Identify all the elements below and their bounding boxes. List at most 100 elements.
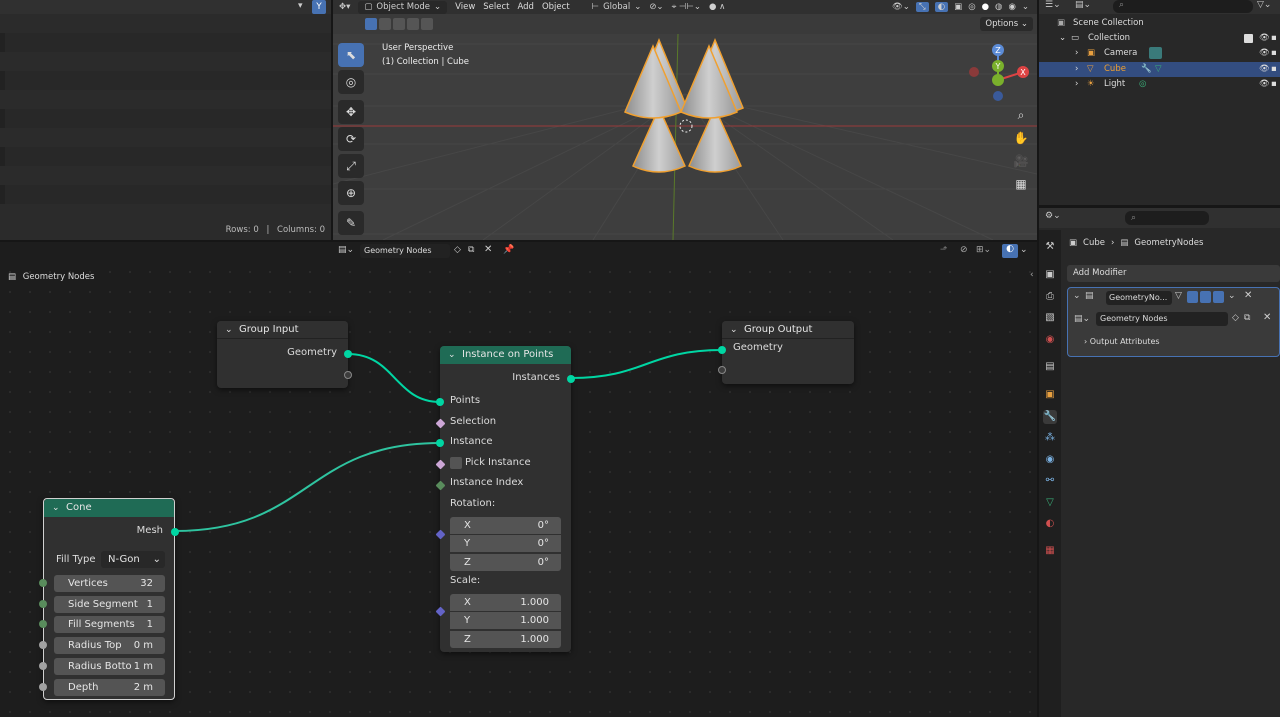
node-header[interactable]: ⌄ Cone — [44, 499, 174, 517]
filter-icon[interactable]: ▾ — [298, 1, 310, 13]
chevron-down-icon[interactable]: ⌄ — [225, 321, 233, 339]
pivot-icon[interactable]: ⊘⌄ — [649, 2, 663, 12]
menu-add[interactable]: Add — [518, 2, 534, 12]
menu-object[interactable]: Object — [542, 2, 570, 12]
points-input-socket[interactable] — [436, 398, 444, 406]
shading-rendered-icon[interactable]: ◉ — [1008, 2, 1015, 12]
render-tab-icon[interactable]: ▣ — [1043, 268, 1057, 282]
instance-input-socket[interactable] — [436, 439, 444, 447]
outliner-item-collection[interactable]: ⌄ ▭ Collection 👁 ▪ — [1039, 31, 1280, 46]
chevron-down-icon[interactable]: ⌄ — [1059, 31, 1066, 46]
scale-tool[interactable]: ⤢ — [338, 154, 364, 178]
outliner-search-input[interactable]: ⌕ — [1113, 0, 1253, 13]
chevron-down-icon[interactable]: ⌄ — [52, 499, 60, 517]
mesh-output-socket[interactable] — [171, 528, 179, 536]
fill-type-dropdown[interactable]: N-Gon ⌄ — [101, 551, 165, 568]
select-new-icon[interactable] — [365, 18, 377, 30]
duplicate-icon[interactable]: ⧉ — [1244, 313, 1250, 323]
modifier-name-field[interactable]: GeometryNo... — [1106, 291, 1172, 305]
select-box-tool[interactable]: ⬉ — [338, 43, 364, 67]
pick-instance-checkbox[interactable] — [450, 457, 462, 469]
eye-icon[interactable]: 👁 — [1259, 77, 1270, 92]
move-tool[interactable]: ✥ — [338, 100, 364, 124]
transform-tool[interactable]: ⊕ — [338, 181, 364, 205]
proportional-edit-icon[interactable]: ● ∧ — [709, 2, 725, 12]
texture-tab-icon[interactable]: ▦ — [1043, 544, 1057, 558]
unlink-icon[interactable]: ✕ — [1263, 312, 1271, 323]
chevron-down-icon[interactable]: ⌄ — [730, 321, 738, 339]
empty-input-socket[interactable] — [718, 366, 726, 374]
node-header[interactable]: ⌄ Instance on Points — [440, 346, 571, 364]
camera-restrict-icon[interactable]: ▪ — [1271, 31, 1277, 46]
scale-x-field[interactable]: X 1.000 — [450, 594, 561, 611]
empty-output-socket[interactable] — [344, 371, 352, 379]
node-editor[interactable]: ▤⌄ Geometry Nodes ◇ ⧉ ✕ 📌 ⬏ ⊘ ⊞⌄ ◐ ⌄ ▤ G… — [0, 242, 1037, 717]
modifier-tab-icon[interactable]: 🔧 — [1043, 410, 1057, 424]
pan-hand-icon[interactable]: ✋ — [1011, 128, 1031, 148]
geometry-input-socket[interactable] — [718, 346, 726, 354]
chevron-down-icon[interactable]: ⌄ — [1228, 291, 1236, 301]
annotate-tool[interactable]: ✎ — [338, 211, 364, 235]
gizmo-toggle-icon[interactable]: ⤡ — [915, 2, 929, 12]
navigation-gizmo[interactable]: Z Y X — [965, 40, 1035, 106]
shading-material-icon[interactable]: ◍ — [995, 2, 1002, 12]
side-segments-field[interactable]: Side Segment 1 — [54, 596, 165, 613]
menu-view[interactable]: View — [455, 2, 475, 12]
properties-search-input[interactable]: ⌕ — [1125, 211, 1209, 225]
instances-output-socket[interactable] — [567, 375, 575, 383]
funnel-icon[interactable]: Y — [312, 0, 326, 14]
rotation-z-field[interactable]: Z 0° — [450, 554, 561, 571]
3d-viewport[interactable]: ✥▾ ▢ Object Mode ⌄ View Select Add Objec… — [333, 0, 1037, 240]
cursor-tool[interactable]: ◎ — [338, 70, 364, 94]
chevron-right-icon[interactable]: › — [1075, 46, 1078, 61]
xray-icon[interactable]: ▣ — [954, 2, 962, 12]
camera-view-icon[interactable]: 🎥 — [1011, 151, 1031, 171]
node-header[interactable]: ⌄ Group Output — [722, 321, 854, 339]
viewport-toggle-icon[interactable] — [1200, 291, 1211, 303]
radius-bottom-input-socket[interactable] — [39, 662, 47, 670]
visibility-icon[interactable]: 👁⌄ — [892, 2, 910, 12]
menu-select[interactable]: Select — [483, 2, 509, 12]
radius-top-input-socket[interactable] — [39, 641, 47, 649]
scale-z-field[interactable]: Z 1.000 — [450, 631, 561, 648]
depth-field[interactable]: Depth 2 m — [54, 679, 165, 696]
scene-tab-icon[interactable]: ◉ — [1043, 333, 1057, 347]
chevron-down-icon[interactable]: ⌄ — [1073, 291, 1081, 301]
select-invert-icon[interactable] — [407, 18, 419, 30]
instance-on-points-node[interactable]: ⌄ Instance on Points Instances Points Se… — [435, 346, 575, 652]
fake-user-icon[interactable]: ◇ — [1232, 313, 1239, 323]
fill-segments-field[interactable]: Fill Segments 1 — [54, 616, 165, 633]
chevron-right-icon[interactable]: › — [1075, 77, 1078, 92]
tool-tab-icon[interactable]: ⚒ — [1043, 240, 1057, 254]
particles-tab-icon[interactable]: ⁂ — [1043, 431, 1057, 445]
depth-input-socket[interactable] — [39, 683, 47, 691]
add-modifier-button[interactable]: Add Modifier — [1067, 265, 1280, 282]
perspective-grid-icon[interactable]: ▦ — [1011, 174, 1031, 194]
area-divider[interactable] — [0, 240, 1037, 242]
output-attributes-panel[interactable]: › Output Attributes — [1084, 337, 1160, 346]
material-tab-icon[interactable]: ◐ — [1043, 517, 1057, 531]
checkbox-icon[interactable] — [1244, 34, 1253, 43]
geometry-output-socket[interactable] — [344, 350, 352, 358]
display-mode-icon[interactable]: ▤⌄ — [1075, 0, 1091, 10]
close-icon[interactable]: ✕ — [1244, 290, 1252, 301]
camera-restrict-icon[interactable]: ▪ — [1271, 46, 1277, 61]
rotation-x-field[interactable]: X 0° — [450, 517, 561, 534]
data-tab-icon[interactable]: ▽ — [1043, 496, 1057, 510]
overlay-toggle-icon[interactable]: ◐ — [934, 2, 949, 12]
chevron-down-icon[interactable]: ⌄ — [1022, 2, 1029, 12]
transform-orientation-dropdown[interactable]: ⊢ Global ⌄ — [592, 2, 642, 12]
physics-tab-icon[interactable]: ◉ — [1043, 453, 1057, 467]
render-toggle-icon[interactable] — [1213, 291, 1224, 303]
node-header[interactable]: ⌄ Group Input — [217, 321, 348, 339]
object-tab-icon[interactable]: ▣ — [1043, 388, 1057, 402]
scale-y-field[interactable]: Y 1.000 — [450, 612, 561, 629]
cage-toggle-icon[interactable] — [1187, 291, 1198, 303]
select-intersect-icon[interactable] — [421, 18, 433, 30]
camera-restrict-icon[interactable]: ▪ — [1271, 77, 1277, 92]
area-divider[interactable] — [1039, 205, 1280, 208]
group-output-node[interactable]: ⌄ Group Output Geometry — [718, 321, 854, 384]
shading-wireframe-icon[interactable]: ◎ — [968, 2, 975, 12]
constraints-tab-icon[interactable]: ⚯ — [1043, 474, 1057, 488]
zoom-icon[interactable]: ⌕ — [1011, 105, 1031, 125]
